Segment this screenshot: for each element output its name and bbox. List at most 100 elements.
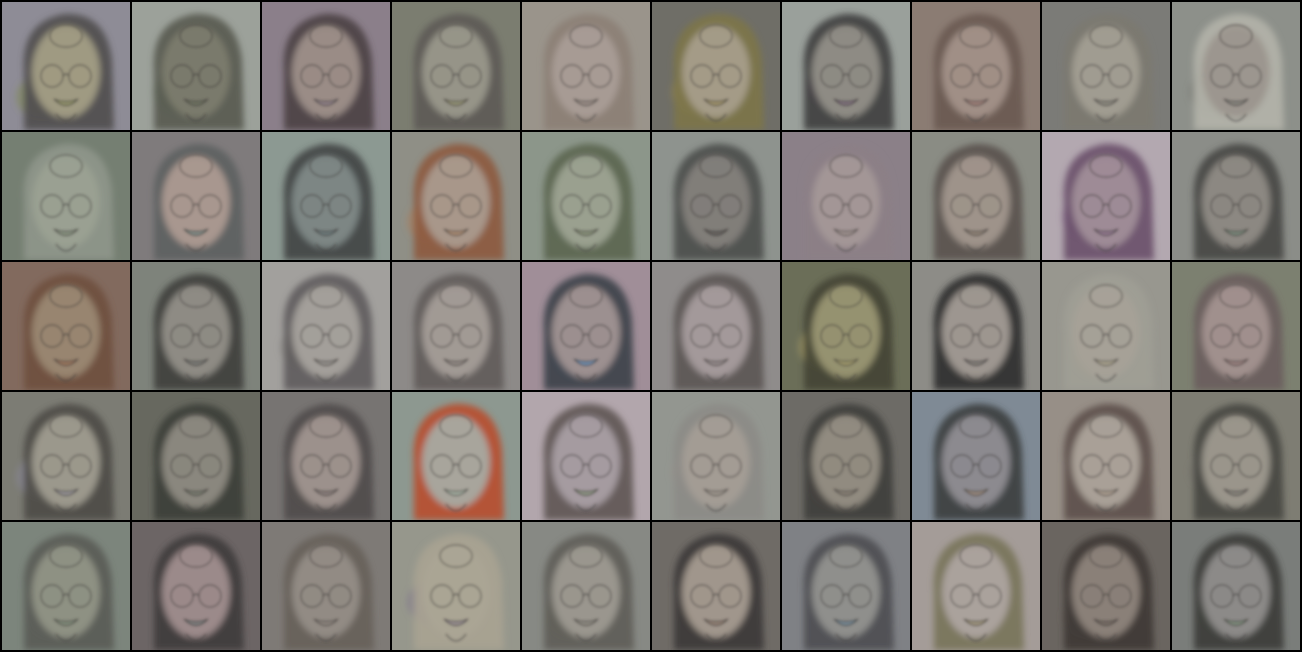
face-image <box>262 2 390 130</box>
face-tile <box>392 132 520 260</box>
face-image <box>262 522 390 650</box>
face-image <box>1042 262 1170 390</box>
face-image <box>2 132 130 260</box>
face-image <box>392 522 520 650</box>
face-tile <box>652 132 780 260</box>
face-image <box>392 132 520 260</box>
face-image <box>912 2 1040 130</box>
face-image <box>1172 132 1300 260</box>
face-tile <box>522 2 650 130</box>
face-tile <box>392 262 520 390</box>
face-image <box>652 262 780 390</box>
face-tile <box>522 132 650 260</box>
face-image <box>912 132 1040 260</box>
face-tile <box>132 392 260 520</box>
face-tile <box>392 392 520 520</box>
face-tile <box>652 522 780 650</box>
face-tile <box>912 522 1040 650</box>
face-image <box>522 522 650 650</box>
face-image <box>2 262 130 390</box>
face-image <box>782 132 910 260</box>
face-image <box>392 392 520 520</box>
face-image <box>262 132 390 260</box>
face-tile <box>2 2 130 130</box>
face-tile <box>912 262 1040 390</box>
face-tile <box>652 392 780 520</box>
face-tile <box>1042 132 1170 260</box>
face-image <box>1172 262 1300 390</box>
face-tile <box>262 262 390 390</box>
face-tile <box>132 522 260 650</box>
face-image <box>782 2 910 130</box>
face-image <box>1172 392 1300 520</box>
face-image <box>652 2 780 130</box>
face-image <box>392 2 520 130</box>
face-image <box>1042 392 1170 520</box>
face-image <box>262 392 390 520</box>
face-tile <box>1042 262 1170 390</box>
face-image <box>262 262 390 390</box>
face-tile <box>1042 392 1170 520</box>
face-image <box>782 392 910 520</box>
image-grid <box>0 0 1302 652</box>
face-image <box>652 392 780 520</box>
face-image <box>652 522 780 650</box>
face-image <box>912 522 1040 650</box>
face-image <box>1172 522 1300 650</box>
face-image <box>2 392 130 520</box>
face-tile <box>652 262 780 390</box>
face-tile <box>262 2 390 130</box>
face-tile <box>782 522 910 650</box>
face-tile <box>392 522 520 650</box>
face-image <box>1172 2 1300 130</box>
face-tile <box>782 132 910 260</box>
face-tile <box>132 132 260 260</box>
face-image <box>522 392 650 520</box>
face-tile <box>1172 2 1300 130</box>
face-tile <box>782 262 910 390</box>
face-tile <box>1172 132 1300 260</box>
face-tile <box>1042 522 1170 650</box>
face-tile <box>782 2 910 130</box>
face-image <box>522 262 650 390</box>
face-image <box>522 132 650 260</box>
face-image <box>132 392 260 520</box>
face-tile <box>912 392 1040 520</box>
face-tile <box>1172 392 1300 520</box>
face-tile <box>1172 262 1300 390</box>
face-tile <box>2 132 130 260</box>
face-tile <box>2 522 130 650</box>
face-tile <box>262 522 390 650</box>
face-tile <box>912 132 1040 260</box>
face-image <box>132 262 260 390</box>
face-image <box>132 522 260 650</box>
face-image <box>652 132 780 260</box>
face-tile <box>1172 522 1300 650</box>
face-image <box>522 2 650 130</box>
face-image <box>392 262 520 390</box>
face-image <box>1042 2 1170 130</box>
face-image <box>912 262 1040 390</box>
face-tile <box>1042 2 1170 130</box>
face-image <box>782 522 910 650</box>
face-image <box>132 132 260 260</box>
face-image <box>2 2 130 130</box>
face-image <box>132 2 260 130</box>
face-tile <box>912 2 1040 130</box>
face-tile <box>522 522 650 650</box>
face-tile <box>262 392 390 520</box>
face-image <box>1042 522 1170 650</box>
face-image <box>912 392 1040 520</box>
face-tile <box>392 2 520 130</box>
face-tile <box>2 392 130 520</box>
face-image <box>2 522 130 650</box>
face-tile <box>522 262 650 390</box>
face-tile <box>262 132 390 260</box>
face-tile <box>132 2 260 130</box>
face-tile <box>522 392 650 520</box>
face-tile <box>2 262 130 390</box>
face-image <box>1042 132 1170 260</box>
face-tile <box>782 392 910 520</box>
face-tile <box>652 2 780 130</box>
face-tile <box>132 262 260 390</box>
